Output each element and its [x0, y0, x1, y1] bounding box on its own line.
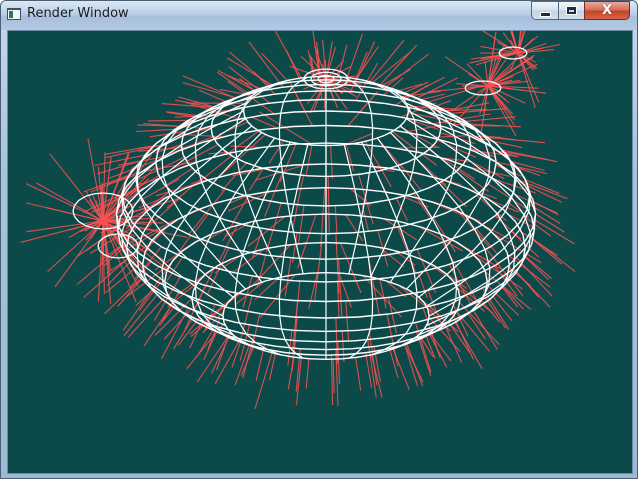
- maximize-icon: [566, 6, 577, 15]
- teapot-scene: [20, 31, 576, 410]
- render-window: Render Window X: [0, 0, 638, 479]
- minimize-button[interactable]: [531, 1, 558, 20]
- window-controls: X: [531, 1, 630, 21]
- normal-vectors: [20, 31, 576, 410]
- window-title: Render Window: [27, 6, 129, 21]
- close-button[interactable]: X: [584, 1, 630, 20]
- minimize-icon: [539, 11, 551, 17]
- maximize-button[interactable]: [558, 1, 584, 20]
- title-bar[interactable]: Render Window X: [1, 1, 637, 30]
- close-icon: X: [601, 3, 613, 18]
- app-icon[interactable]: [7, 8, 21, 20]
- render-viewport[interactable]: [7, 30, 633, 474]
